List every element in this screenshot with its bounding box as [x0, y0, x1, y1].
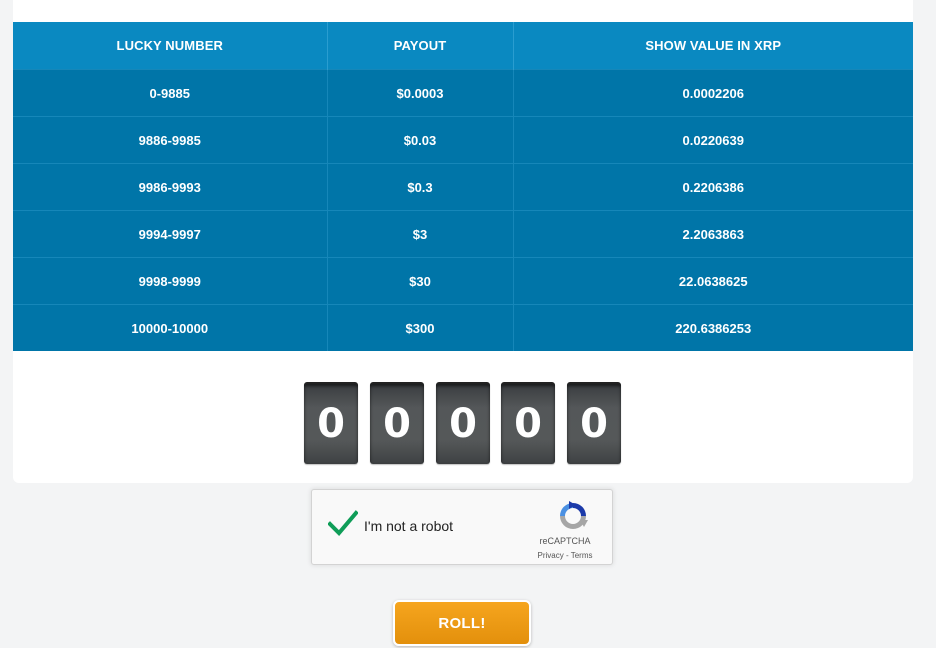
recaptcha-logo-icon — [557, 500, 589, 532]
header-lucky-number: LUCKY NUMBER — [13, 22, 328, 70]
recaptcha-widget: I'm not a robot reCAPTCHA Privacy - Term… — [311, 489, 613, 565]
link-separator: - — [563, 551, 571, 560]
xrp-value-cell: 220.6386253 — [513, 304, 913, 351]
roll-digit-4: 0 — [501, 382, 555, 464]
table-row: 9886-9985 $0.03 0.0220639 — [13, 116, 913, 164]
lucky-number-cell: 9994-9997 — [13, 210, 328, 258]
roll-digit-2: 0 — [370, 382, 424, 464]
table-row: 0-9885 $0.0003 0.0002206 — [13, 69, 913, 117]
payout-cell: $3 — [327, 210, 514, 258]
xrp-value-cell: 22.0638625 — [513, 257, 913, 305]
table-row: 9986-9993 $0.3 0.2206386 — [13, 163, 913, 211]
payout-table: LUCKY NUMBER PAYOUT SHOW VALUE IN XRP 0-… — [13, 22, 913, 351]
xrp-value-cell: 0.0002206 — [513, 69, 913, 117]
checkmark-icon[interactable] — [327, 510, 359, 536]
recaptcha-brand: reCAPTCHA — [539, 536, 591, 546]
payout-cell: $30 — [327, 257, 514, 305]
xrp-value-cell: 0.0220639 — [513, 116, 913, 164]
header-payout: PAYOUT — [327, 22, 514, 70]
payout-cell: $0.03 — [327, 116, 514, 164]
roll-digit-3: 0 — [436, 382, 490, 464]
lucky-number-cell: 10000-10000 — [13, 304, 328, 351]
lucky-number-cell: 0-9885 — [13, 69, 328, 117]
payout-cell: $300 — [327, 304, 514, 351]
lucky-number-cell: 9998-9999 — [13, 257, 328, 305]
privacy-link[interactable]: Privacy — [538, 551, 564, 560]
roll-digit-1: 0 — [304, 382, 358, 464]
payout-cell: $0.3 — [327, 163, 514, 211]
recaptcha-links: Privacy - Terms — [530, 551, 600, 560]
lucky-number-cell: 9886-9985 — [13, 116, 328, 164]
header-show-value-xrp[interactable]: SHOW VALUE IN XRP — [513, 22, 913, 70]
payout-cell: $0.0003 — [327, 69, 514, 117]
table-row: 9994-9997 $3 2.2063863 — [13, 210, 913, 258]
table-row: 10000-10000 $300 220.6386253 — [13, 304, 913, 351]
lucky-number-cell: 9986-9993 — [13, 163, 328, 211]
xrp-value-cell: 0.2206386 — [513, 163, 913, 211]
roll-digit-5: 0 — [567, 382, 621, 464]
terms-link[interactable]: Terms — [571, 551, 593, 560]
table-header-row: LUCKY NUMBER PAYOUT SHOW VALUE IN XRP — [13, 22, 913, 70]
roll-button[interactable]: ROLL! — [393, 600, 531, 646]
table-row: 9998-9999 $30 22.0638625 — [13, 257, 913, 305]
recaptcha-label: I'm not a robot — [364, 518, 454, 534]
xrp-value-cell: 2.2063863 — [513, 210, 913, 258]
